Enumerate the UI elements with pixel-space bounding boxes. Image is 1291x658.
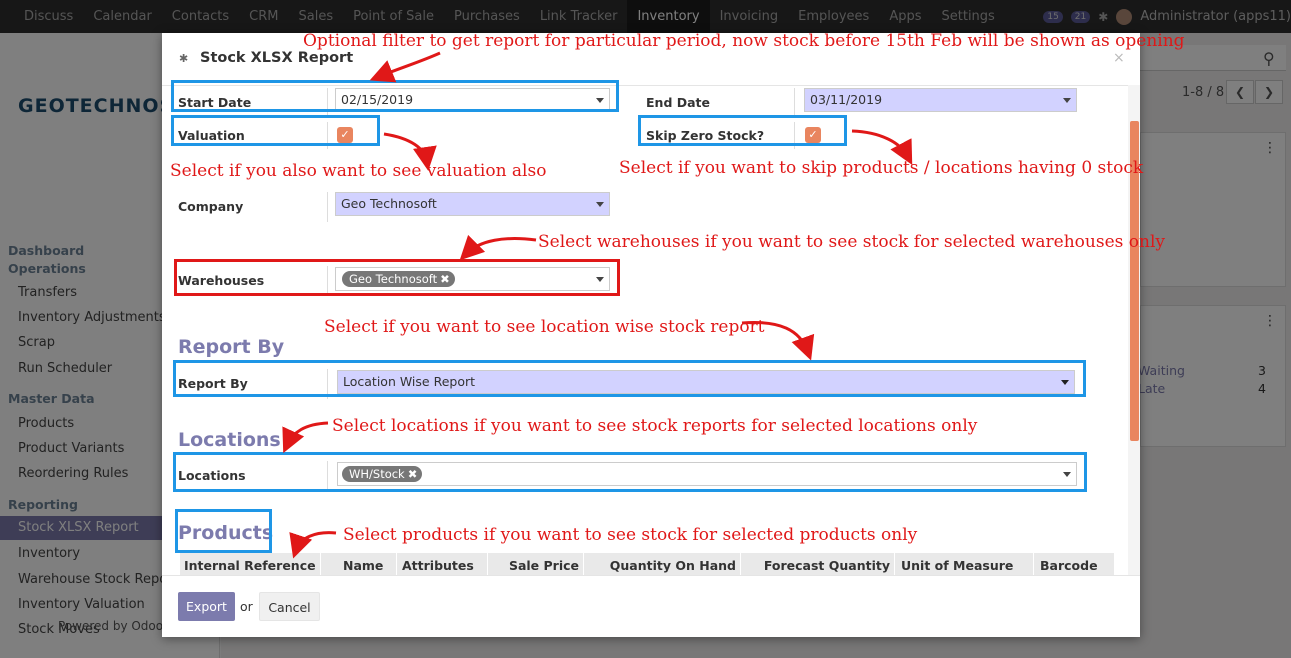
valuation-arrow [383, 132, 437, 171]
note-location-wise: Select if you want to see location wise … [324, 317, 765, 337]
period-arrow [369, 51, 441, 83]
note-valuation: Select if you also want to see valuation… [170, 161, 547, 181]
note-products: Select products if you want to see stock… [343, 525, 918, 545]
products-arrow [289, 531, 337, 559]
note-skip-zero: Select if you want to skip products / lo… [619, 158, 1144, 178]
note-warehouses: Select warehouses if you want to see sto… [538, 232, 1165, 252]
skip-zero-arrow [851, 129, 913, 165]
note-locations: Select locations if you want to see stoc… [332, 416, 978, 436]
warehouses-arrow [459, 234, 537, 261]
note-period: Optional filter to get report for partic… [303, 31, 1185, 51]
locations-arrow [282, 421, 329, 454]
